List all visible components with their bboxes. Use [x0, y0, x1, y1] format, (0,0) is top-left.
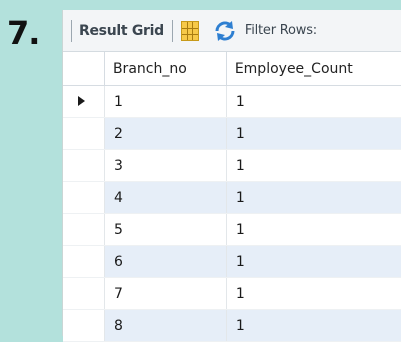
- row-marker: [63, 309, 105, 342]
- row-marker: [63, 85, 105, 118]
- toolbar-separator: [71, 19, 72, 42]
- cell-employee-count[interactable]: 1: [226, 245, 401, 278]
- cell-branch-no[interactable]: 7: [104, 277, 227, 310]
- current-row-arrow-icon: [77, 95, 85, 106]
- cell-employee-count[interactable]: 1: [226, 181, 401, 214]
- cell-employee-count[interactable]: 1: [226, 213, 401, 246]
- cell-employee-count[interactable]: 1: [226, 309, 401, 342]
- cell-branch-no[interactable]: 4: [104, 181, 227, 214]
- row-marker: [63, 181, 105, 214]
- row-marker: [63, 277, 105, 310]
- cell-employee-count[interactable]: 1: [226, 149, 401, 182]
- cell-branch-no[interactable]: 5: [104, 213, 227, 246]
- cell-branch-no[interactable]: 1: [104, 85, 227, 118]
- step-number: 7.: [7, 14, 40, 52]
- grid-icon[interactable]: [180, 20, 199, 41]
- row-marker: [63, 117, 105, 150]
- table-row[interactable]: 8 1: [63, 309, 401, 342]
- result-grid-tab[interactable]: Result Grid: [79, 23, 164, 39]
- cell-employee-count[interactable]: 1: [226, 117, 401, 150]
- row-marker: [63, 149, 105, 182]
- cell-branch-no[interactable]: 6: [104, 245, 227, 278]
- table-row[interactable]: 1 1: [63, 85, 401, 118]
- cell-branch-no[interactable]: 3: [104, 149, 227, 182]
- table-row[interactable]: 2 1: [63, 117, 401, 150]
- row-marker: [63, 245, 105, 278]
- table-row[interactable]: 6 1: [63, 245, 401, 278]
- result-panel: Result Grid Filter Rows: Branch_no Emplo…: [62, 10, 401, 342]
- table-row[interactable]: 4 1: [63, 181, 401, 214]
- refresh-icon[interactable]: [213, 19, 237, 43]
- toolbar-separator: [171, 19, 173, 42]
- table-header-row: Branch_no Employee_Count: [63, 52, 401, 86]
- filter-rows-label: Filter Rows:: [244, 23, 317, 38]
- cell-employee-count[interactable]: 1: [226, 277, 401, 310]
- row-marker-header: [63, 52, 105, 86]
- cell-branch-no[interactable]: 2: [104, 117, 227, 150]
- table-row[interactable]: 3 1: [63, 149, 401, 182]
- result-table: Branch_no Employee_Count 1 1 2 1 3 1 4 1…: [63, 52, 401, 342]
- table-row[interactable]: 5 1: [63, 213, 401, 246]
- row-marker: [63, 213, 105, 246]
- cell-employee-count[interactable]: 1: [226, 85, 401, 118]
- table-row[interactable]: 7 1: [63, 277, 401, 310]
- column-header-employee-count[interactable]: Employee_Count: [226, 52, 401, 86]
- cell-branch-no[interactable]: 8: [104, 309, 227, 342]
- column-header-branch-no[interactable]: Branch_no: [104, 52, 227, 86]
- result-toolbar: Result Grid Filter Rows:: [63, 10, 401, 52]
